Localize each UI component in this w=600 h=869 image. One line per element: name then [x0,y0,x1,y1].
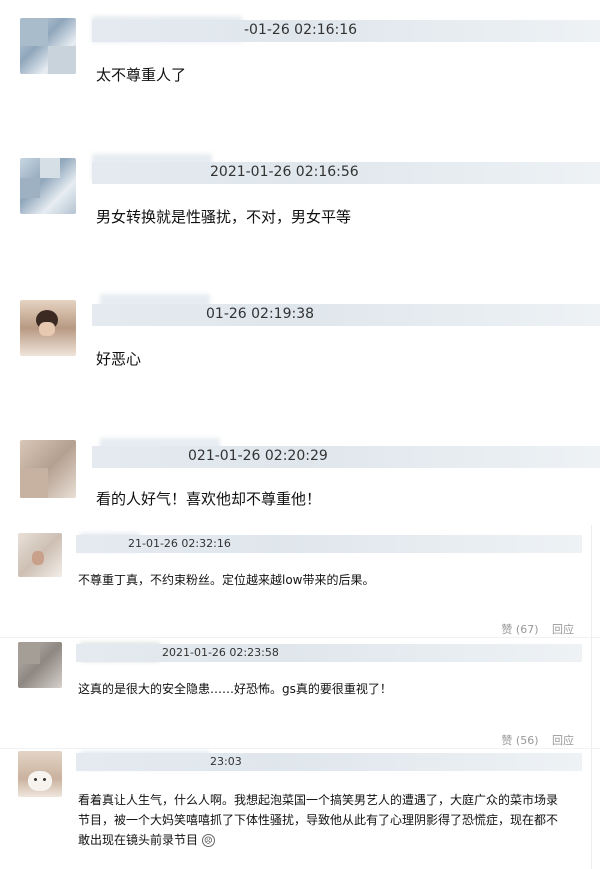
comment-text: 好恶心 [96,350,142,368]
username-blurred [92,446,600,468]
comment-3: 01-26 02:19:38 好恶心 [0,280,600,420]
timestamp: 21-01-26 02:32:16 [128,537,231,550]
comment-text: 这真的是很大的安全隐患……好恐怖。gs真的要很重视了！ [78,682,392,696]
like-button[interactable]: 赞 (56) [501,734,538,747]
timestamp: -01-26 02:16:16 [244,22,358,38]
comment-7: 23:03 看着真让人生气，什么人啊。我想起泡菜国一个搞笑男艺人的遭遇了，大庭广… [0,749,600,869]
timestamp: 2021-01-26 02:23:58 [162,646,279,659]
comment-text-line-3-text: 敢出现在镜头前录节目 [78,833,199,847]
timestamp: 021-01-26 02:20:29 [188,448,328,464]
username-blurred [76,644,582,662]
comment-text: 男女转换就是性骚扰，不对，男女平等 [96,208,352,226]
reply-button[interactable]: 回应 [552,623,574,636]
avatar[interactable] [20,158,76,214]
like-button[interactable]: 赞 (67) [501,623,538,636]
comment-4: 021-01-26 02:20:29 看的人好气！喜欢他却不尊重他！ [0,420,600,520]
avatar[interactable] [20,300,76,356]
avatar[interactable] [20,18,76,74]
comment-actions: 赞 (56) 回应 [491,732,574,748]
comment-actions: 赞 (67) 回应 [491,621,574,637]
comment-5: 21-01-26 02:32:16 不尊重丁真，不约束粉丝。定位越来越low带来… [0,525,600,637]
reply-button[interactable]: 回应 [552,734,574,747]
comment-text: 不尊重丁真，不约束粉丝。定位越来越low带来的后果。 [78,573,375,587]
avatar[interactable] [20,440,76,498]
username-blurred [92,304,600,326]
timestamp: 01-26 02:19:38 [206,306,315,322]
avatar[interactable] [18,642,62,688]
comment-2: 2021-01-26 02:16:56 男女转换就是性骚扰，不对，男女平等 [0,140,600,280]
avatar[interactable] [18,533,62,577]
comment-6: 2021-01-26 02:23:58 这真的是很大的安全隐患……好恐怖。gs真… [0,638,600,748]
avatar[interactable] [18,751,62,797]
username-blurred [76,753,582,771]
timestamp: 2021-01-26 02:16:56 [210,164,359,180]
sad-emoji-icon: ☹ [201,834,215,847]
comment-text-line-3: 敢出现在镜头前录节目 ☹ [78,831,215,848]
comment-text-line-1: 看着真让人生气，什么人啊。我想起泡菜国一个搞笑男艺人的遭遇了，大庭广众的菜市场录 [78,793,559,807]
comment-text-line-2: 节目，被一个大妈笑嘻嘻抓了下体性骚扰，导致他从此有了心理阴影得了恐慌症，现在都不 [78,813,559,827]
comment-text: 看的人好气！喜欢他却不尊重他！ [96,490,322,508]
comment-text: 太不尊重人了 [96,66,187,84]
timestamp: 23:03 [210,755,242,768]
comment-1: -01-26 02:16:16 太不尊重人了 [0,0,600,140]
